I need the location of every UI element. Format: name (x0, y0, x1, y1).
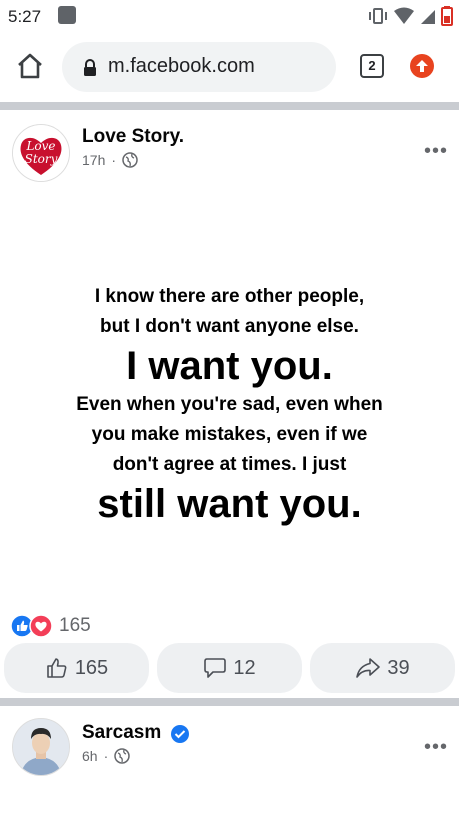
like-count: 165 (74, 656, 109, 679)
status-time: 5:27 (8, 7, 42, 26)
comment-count: 12 (233, 656, 256, 679)
post-header: Love Story Love Story. 17h · ••• (0, 120, 459, 190)
post-header: Sarcasm 6h · ••• (0, 716, 459, 786)
quote-line-6: don't agree at times. I just (112, 454, 347, 475)
signal-icon (421, 10, 435, 24)
globe-icon (122, 152, 138, 168)
globe-icon (114, 748, 130, 764)
share-button[interactable]: 39 (310, 643, 455, 693)
lock-icon (84, 59, 96, 76)
quote-line-1: I know there are other people, (94, 286, 365, 307)
post-author[interactable]: Love Story. (82, 126, 184, 148)
feed-divider (0, 698, 459, 706)
avatar[interactable]: Love Story (12, 124, 70, 182)
reaction-count: 165 (59, 615, 91, 636)
avatar-text-2: Story (25, 152, 58, 166)
more-options-icon[interactable]: ••• (424, 736, 448, 759)
avatar-text-1: Love (25, 139, 55, 153)
share-icon (356, 658, 381, 678)
system-icons (367, 4, 453, 28)
more-options-icon[interactable]: ••• (424, 140, 448, 163)
feed-divider (0, 102, 459, 110)
home-icon[interactable] (14, 50, 46, 82)
meta-separator: · (111, 152, 117, 168)
battery-icon (441, 6, 453, 26)
status-bar: 5:27 (0, 0, 459, 32)
share-count: 39 (387, 656, 410, 679)
comment-icon (204, 658, 227, 678)
notification-icon (58, 6, 76, 24)
meta-separator: · (103, 748, 109, 764)
verified-badge-icon (171, 725, 189, 743)
update-icon[interactable] (410, 54, 434, 78)
url-text: m.facebook.com (108, 55, 255, 77)
thumbs-up-icon (47, 658, 67, 678)
post-image[interactable]: I know there are other people, but I don… (0, 186, 459, 606)
wifi-icon (394, 7, 414, 24)
address-bar[interactable]: m.facebook.com (62, 42, 336, 92)
post-time[interactable]: 6h (82, 748, 98, 764)
post-time[interactable]: 17h (82, 152, 105, 168)
quote-line-2: but I don't want anyone else. (100, 316, 359, 337)
post-meta: 17h · (82, 152, 138, 168)
tab-switcher-button[interactable]: 2 (360, 54, 384, 78)
quote-line-4: Even when you're sad, even when (76, 394, 383, 415)
reactions-summary[interactable]: 165 (10, 614, 91, 638)
quote-line-3: I want you. (126, 344, 333, 388)
like-button[interactable]: 165 (4, 643, 149, 693)
love-reaction-icon (29, 614, 53, 638)
quote-line-7: still want you. (97, 482, 362, 526)
quote-line-5: you make mistakes, even if we (91, 424, 368, 445)
post-meta: 6h · (82, 748, 130, 764)
comment-button[interactable]: 12 (157, 643, 302, 693)
browser-toolbar: m.facebook.com 2 (0, 32, 459, 102)
vibrate-icon (369, 8, 387, 24)
avatar[interactable] (12, 718, 70, 776)
post-author[interactable]: Sarcasm (82, 722, 161, 744)
